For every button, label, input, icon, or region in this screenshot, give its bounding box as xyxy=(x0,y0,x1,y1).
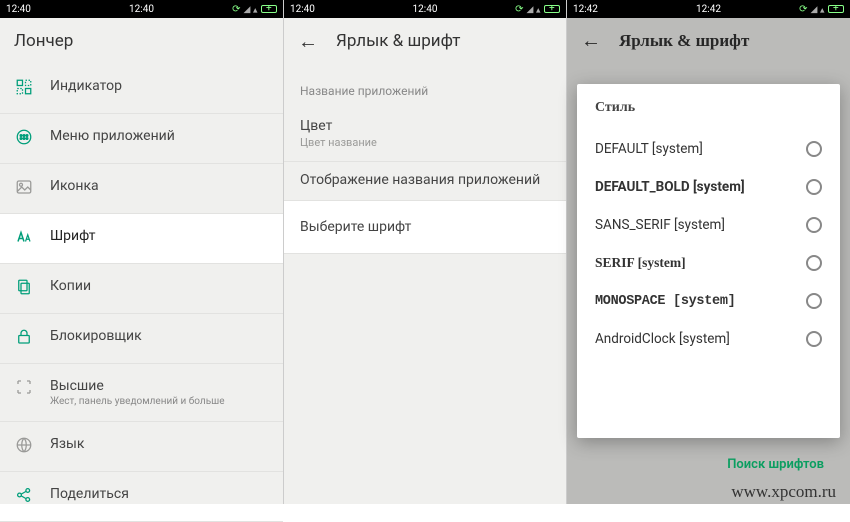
indicator-icon xyxy=(14,78,34,96)
title-text: Лончер xyxy=(14,31,73,51)
wifi-icon xyxy=(527,4,534,15)
radio-icon xyxy=(806,255,822,271)
option-label: MONOSPACE [system] xyxy=(595,294,735,309)
back-icon[interactable]: ← xyxy=(298,29,318,54)
item-color[interactable]: Цвет Цвет название xyxy=(284,108,566,162)
font-style-dialog: Стиль DEFAULT [system] DEFAULT_BOLD [sys… xyxy=(577,84,840,438)
status-time: 12:40 xyxy=(290,4,380,15)
wifi-icon xyxy=(811,4,818,15)
option-label: AndroidClock [system] xyxy=(595,331,730,347)
share-icon xyxy=(14,486,34,504)
option-label: DEFAULT_BOLD [system] xyxy=(595,179,745,195)
menu-item-app-menu[interactable]: Меню приложений xyxy=(0,114,283,164)
signal-icon xyxy=(253,4,258,15)
item-sublabel: Цвет название xyxy=(300,136,550,149)
item-label: Отображение названия приложений xyxy=(300,172,550,188)
page-header: ← Ярлык & шрифт xyxy=(284,18,566,64)
sync-icon: ⟳ xyxy=(799,4,807,15)
menu-label: Шрифт xyxy=(50,228,95,244)
status-bar: 12:42 12:42 ⟳ xyxy=(567,0,850,18)
apps-icon xyxy=(14,128,34,146)
option-label: DEFAULT [system] xyxy=(595,141,703,157)
status-time: 12:40 xyxy=(6,4,96,15)
radio-icon xyxy=(806,141,822,157)
menu-label: Копии xyxy=(50,278,91,294)
font-option-sans-serif[interactable]: SANS_SERIF [system] xyxy=(595,206,822,244)
signal-icon xyxy=(536,4,541,15)
font-icon xyxy=(14,228,34,246)
page-title: Лончер xyxy=(0,18,283,64)
status-time: 12:42 xyxy=(573,4,663,15)
menu-label: Меню приложений xyxy=(50,128,175,144)
settings-menu: Индикатор Меню приложений Иконка Шрифт xyxy=(0,64,283,522)
menu-item-icon[interactable]: Иконка xyxy=(0,164,283,214)
menu-label: Иконка xyxy=(50,178,99,194)
menu-item-advanced[interactable]: Высшие Жест, панель уведомлений и больше xyxy=(0,364,283,422)
battery-icon xyxy=(544,5,560,13)
panel-launcher: 12:40 12:40 ⟳ Лончер Индикатор xyxy=(0,0,283,504)
menu-item-copies[interactable]: Копии xyxy=(0,264,283,314)
page-title: Ярлык & шрифт xyxy=(336,31,460,51)
status-time-center: 12:42 xyxy=(663,4,753,15)
radio-icon xyxy=(806,293,822,309)
image-icon xyxy=(14,178,34,196)
sync-icon: ⟳ xyxy=(515,4,523,15)
battery-icon xyxy=(828,5,844,13)
search-fonts-link[interactable]: Поиск шрифтов xyxy=(727,457,824,472)
copy-icon xyxy=(14,278,34,296)
status-time-center: 12:40 xyxy=(380,4,470,15)
radio-icon xyxy=(806,179,822,195)
font-option-default[interactable]: DEFAULT [system] xyxy=(595,130,822,168)
font-option-androidclock[interactable]: AndroidClock [system] xyxy=(595,320,822,358)
menu-item-share[interactable]: Поделиться xyxy=(0,472,283,522)
watermark: www.xpcom.ru xyxy=(731,482,836,502)
font-option-monospace[interactable]: MONOSPACE [system] xyxy=(595,282,822,320)
menu-item-language[interactable]: Язык xyxy=(0,422,283,472)
sync-icon: ⟳ xyxy=(232,4,240,15)
status-time-center: 12:40 xyxy=(96,4,186,15)
radio-icon xyxy=(806,217,822,233)
signal-icon xyxy=(820,4,825,15)
panel-font-dialog: 12:42 12:42 ⟳ ← Ярлык & шрифт Поиск шриф… xyxy=(566,0,850,504)
status-icons: ⟳ xyxy=(187,4,277,15)
dialog-title: Стиль xyxy=(595,100,822,116)
option-label: SERIF [system] xyxy=(595,255,686,271)
radio-icon xyxy=(806,331,822,347)
globe-icon xyxy=(14,436,34,454)
panel-label-font: 12:40 12:40 ⟳ ← Ярлык & шрифт Название п… xyxy=(283,0,566,504)
battery-icon xyxy=(261,5,277,13)
font-option-serif[interactable]: SERIF [system] xyxy=(595,244,822,282)
menu-item-indicator[interactable]: Индикатор xyxy=(0,64,283,114)
font-options-list: DEFAULT [system] DEFAULT_BOLD [system] S… xyxy=(595,130,822,430)
option-label: SANS_SERIF [system] xyxy=(595,217,725,233)
menu-sublabel: Жест, панель уведомлений и больше xyxy=(50,396,225,407)
item-display-names[interactable]: Отображение названия приложений xyxy=(284,162,566,201)
wifi-icon xyxy=(244,4,251,15)
menu-label: Высшие xyxy=(50,378,225,394)
status-bar: 12:40 12:40 ⟳ xyxy=(0,0,283,18)
item-choose-font[interactable]: Выберите шрифт xyxy=(284,201,566,254)
item-label: Выберите шрифт xyxy=(300,219,550,235)
section-app-names: Название приложений xyxy=(284,64,566,108)
menu-label: Язык xyxy=(50,436,84,452)
menu-item-locker[interactable]: Блокировщик xyxy=(0,314,283,364)
menu-label: Индикатор xyxy=(50,78,122,94)
menu-item-font[interactable]: Шрифт xyxy=(0,214,283,264)
status-icons: ⟳ xyxy=(470,4,560,15)
menu-label: Поделиться xyxy=(50,486,129,502)
status-icons: ⟳ xyxy=(754,4,844,15)
crop-icon xyxy=(14,378,34,396)
menu-label: Блокировщик xyxy=(50,328,142,344)
item-label: Цвет xyxy=(300,118,550,134)
lock-icon xyxy=(14,328,34,346)
font-option-default-bold[interactable]: DEFAULT_BOLD [system] xyxy=(595,168,822,206)
status-bar: 12:40 12:40 ⟳ xyxy=(284,0,566,18)
